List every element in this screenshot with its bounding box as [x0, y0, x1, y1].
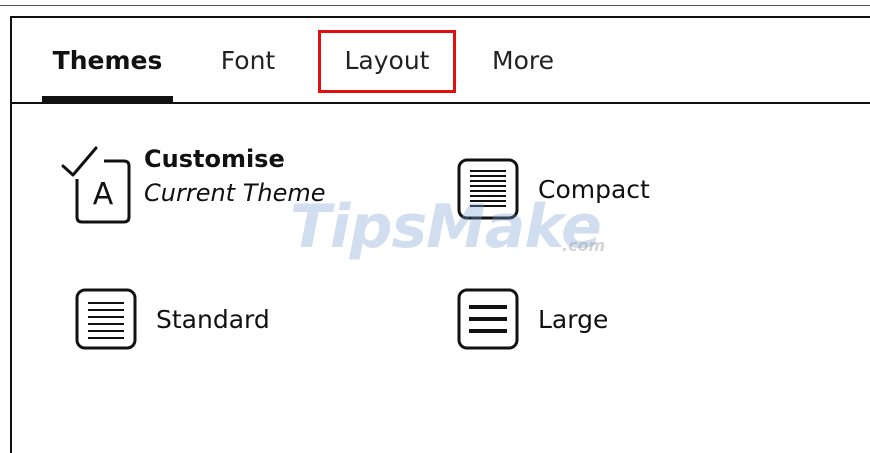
window-top-border — [0, 5, 870, 6]
large-label: Large — [538, 304, 609, 334]
standard-lines-icon — [74, 287, 138, 351]
current-theme-subtitle: Current Theme — [144, 179, 326, 207]
svg-text:A: A — [93, 177, 114, 212]
tabs-divider — [12, 102, 870, 104]
watermark-domain: .com — [562, 236, 606, 255]
compact-lines-icon — [456, 157, 520, 221]
tab-more[interactable]: More — [482, 18, 564, 102]
layout-tab-highlight-box — [318, 30, 456, 93]
customise-title: Customise — [144, 145, 285, 173]
theme-option-compact[interactable]: Compact — [456, 157, 650, 221]
theme-option-large[interactable]: Large — [456, 287, 608, 351]
tab-bar: Themes Font Layout More — [12, 18, 870, 104]
checked-theme-A-icon: A — [60, 144, 131, 224]
tab-themes[interactable]: Themes — [42, 18, 173, 102]
standard-label: Standard — [156, 304, 270, 334]
tab-font[interactable]: Font — [208, 18, 288, 102]
large-lines-icon — [456, 287, 520, 351]
compact-label: Compact — [538, 174, 650, 204]
theme-option-customise[interactable]: A Customise Current Theme — [60, 142, 326, 224]
theme-option-standard[interactable]: Standard — [74, 287, 270, 351]
